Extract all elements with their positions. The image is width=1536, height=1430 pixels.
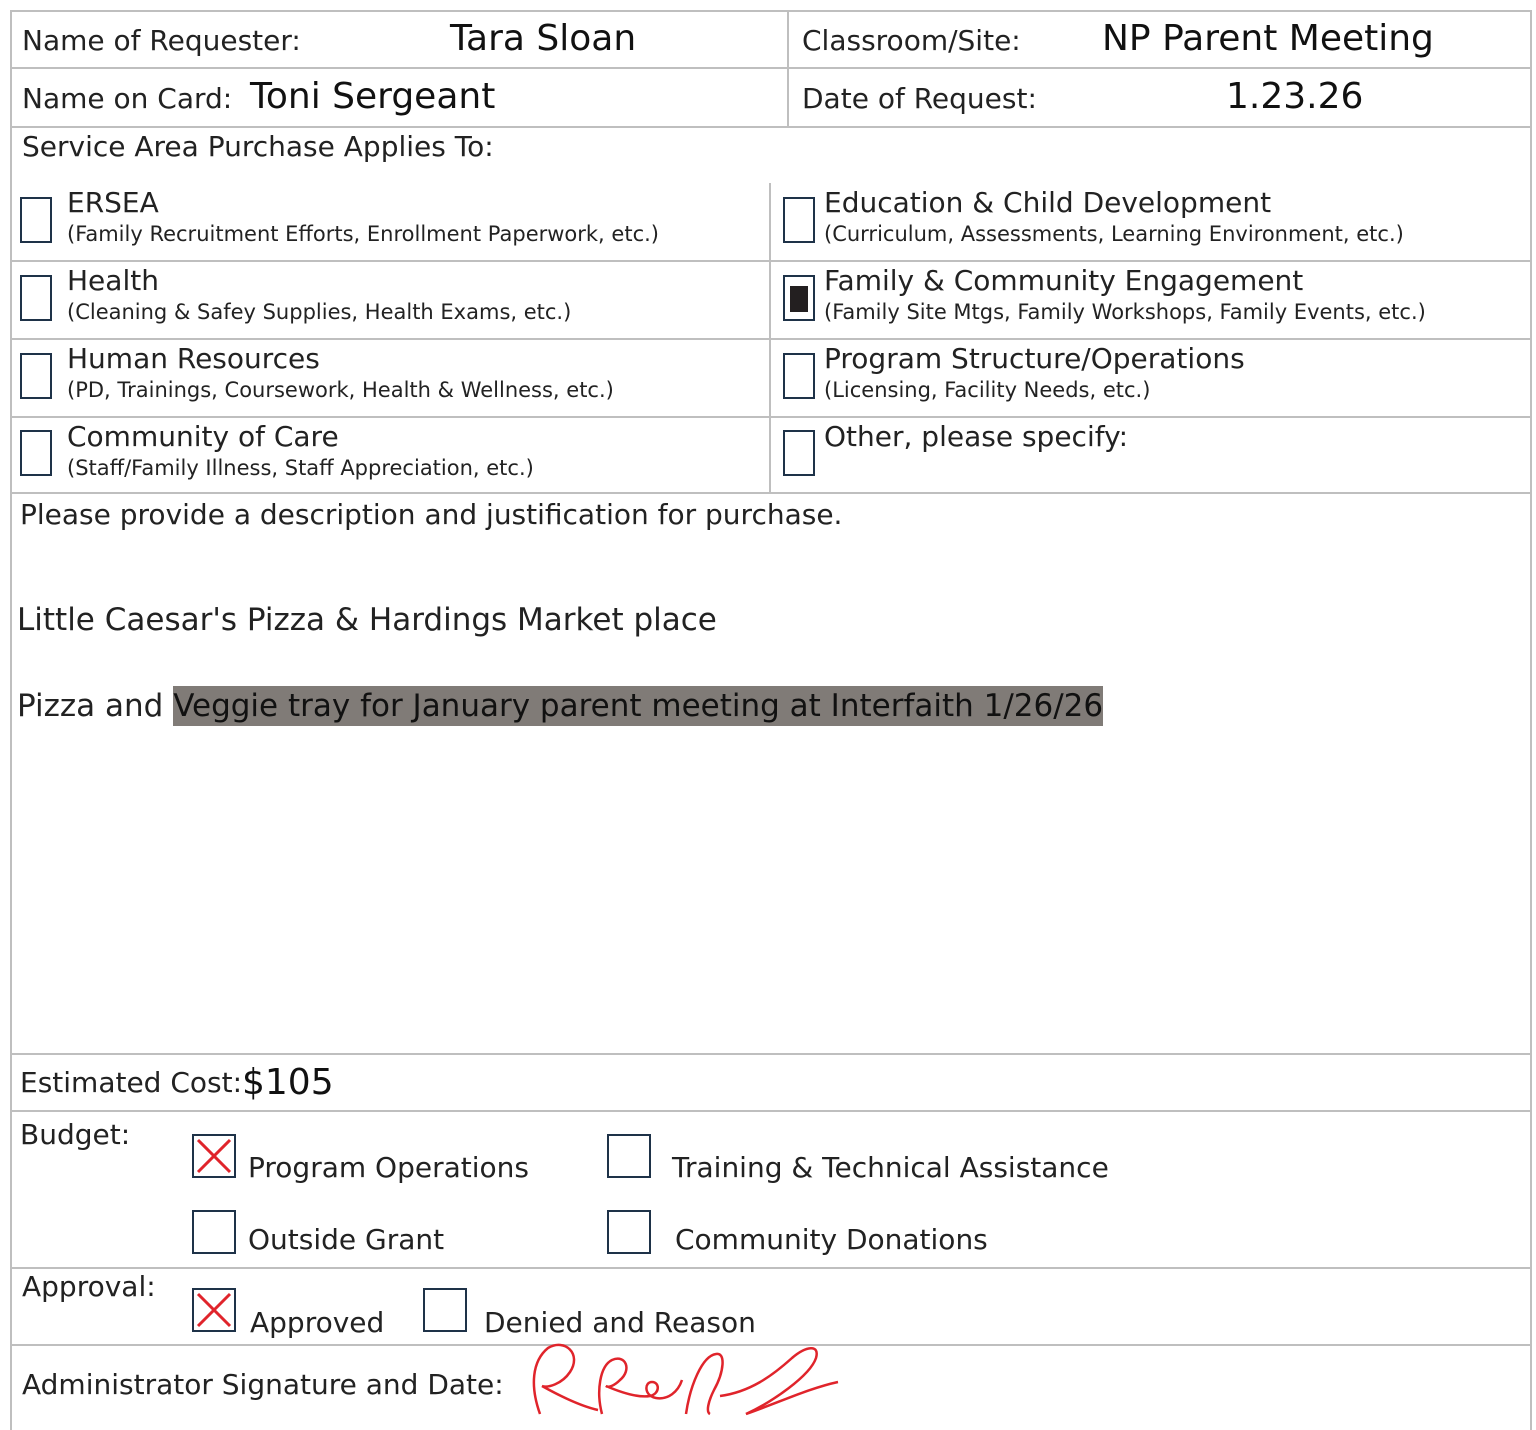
row-divider <box>10 260 1532 262</box>
family-community-checkbox[interactable] <box>783 275 815 321</box>
program-structure-title: Program Structure/Operations <box>824 342 1245 375</box>
row-divider <box>10 1110 1532 1112</box>
purchase-request-form: Name of Requester: Tara Sloan Classroom/… <box>10 10 1532 1430</box>
community-care-checkbox[interactable] <box>20 430 52 476</box>
ersea-detail: (Family Recruitment Efforts, Enrollment … <box>67 222 659 246</box>
date-label: Date of Request: <box>802 82 1037 115</box>
form-border-right <box>1530 10 1532 1430</box>
description-textarea[interactable]: Little Caesar's Pizza & Hardings Market … <box>12 540 1530 1052</box>
human-resources-title: Human Resources <box>67 342 320 375</box>
community-donations-label: Community Donations <box>675 1223 988 1256</box>
outside-grant-label: Outside Grant <box>248 1223 445 1256</box>
cost-label: Estimated Cost: <box>20 1066 243 1099</box>
row-divider <box>10 126 1532 128</box>
card-value[interactable]: Toni Sergeant <box>250 76 495 117</box>
description-prompt: Please provide a description and justifi… <box>20 498 843 531</box>
x-mark-icon <box>196 1292 232 1328</box>
date-value[interactable]: 1.23.26 <box>1226 76 1363 117</box>
site-label: Classroom/Site: <box>802 24 1021 57</box>
description-line-2: Pizza and Veggie tray for January parent… <box>17 686 1104 726</box>
training-label: Training & Technical Assistance <box>672 1151 1109 1184</box>
site-value[interactable]: NP Parent Meeting <box>1102 18 1434 59</box>
signature-image <box>532 1343 839 1416</box>
cost-value[interactable]: $105 <box>242 1062 334 1103</box>
x-mark-icon <box>196 1138 232 1174</box>
community-care-detail: (Staff/Family Illness, Staff Appreciatio… <box>67 456 534 480</box>
education-checkbox[interactable] <box>783 197 815 243</box>
training-checkbox[interactable] <box>607 1134 651 1178</box>
description-highlight: Veggie tray for January parent meeting a… <box>173 686 1104 726</box>
budget-label: Budget: <box>20 1118 131 1151</box>
health-title: Health <box>67 264 159 297</box>
approval-label: Approval: <box>22 1270 156 1303</box>
education-detail: (Curriculum, Assessments, Learning Envir… <box>824 222 1404 246</box>
row-divider <box>10 338 1532 340</box>
program-structure-detail: (Licensing, Facility Needs, etc.) <box>824 378 1151 402</box>
description-line-1: Little Caesar's Pizza & Hardings Market … <box>17 602 717 638</box>
other-checkbox[interactable] <box>783 430 815 476</box>
signature-label: Administrator Signature and Date: <box>22 1368 504 1401</box>
health-detail: (Cleaning & Safey Supplies, Health Exams… <box>67 300 572 324</box>
approved-checkbox[interactable] <box>192 1288 236 1332</box>
checkbox-fill <box>790 286 808 312</box>
outside-grant-checkbox[interactable] <box>192 1210 236 1254</box>
header-column-divider <box>787 10 789 126</box>
form-border-top <box>10 10 1532 12</box>
family-community-detail: (Family Site Mtgs, Family Workshops, Fam… <box>824 300 1426 324</box>
row-divider <box>10 492 1532 494</box>
program-operations-checkbox[interactable] <box>192 1134 236 1178</box>
education-title: Education & Child Development <box>824 186 1272 219</box>
other-title: Other, please specify: <box>824 420 1129 453</box>
description-line-2-plain: Pizza and <box>17 688 174 724</box>
requester-value[interactable]: Tara Sloan <box>450 18 636 59</box>
community-donations-checkbox[interactable] <box>607 1210 651 1254</box>
row-divider <box>10 416 1532 418</box>
human-resources-checkbox[interactable] <box>20 353 52 399</box>
program-operations-label: Program Operations <box>248 1151 529 1184</box>
service-column-divider <box>769 183 771 492</box>
row-divider <box>10 1267 1532 1269</box>
ersea-title: ERSEA <box>67 186 159 219</box>
card-label: Name on Card: <box>22 82 233 115</box>
denied-checkbox[interactable] <box>423 1288 467 1332</box>
row-divider <box>10 67 1532 69</box>
row-divider <box>10 1053 1532 1055</box>
community-care-title: Community of Care <box>67 420 339 453</box>
family-community-title: Family & Community Engagement <box>824 264 1304 297</box>
denied-label: Denied and Reason <box>484 1306 756 1339</box>
ersea-checkbox[interactable] <box>20 197 52 243</box>
program-structure-checkbox[interactable] <box>783 353 815 399</box>
human-resources-detail: (PD, Trainings, Coursework, Health & Wel… <box>67 378 614 402</box>
requester-label: Name of Requester: <box>22 24 301 57</box>
service-area-heading: Service Area Purchase Applies To: <box>22 130 494 163</box>
health-checkbox[interactable] <box>20 275 52 321</box>
approved-label: Approved <box>250 1306 385 1339</box>
